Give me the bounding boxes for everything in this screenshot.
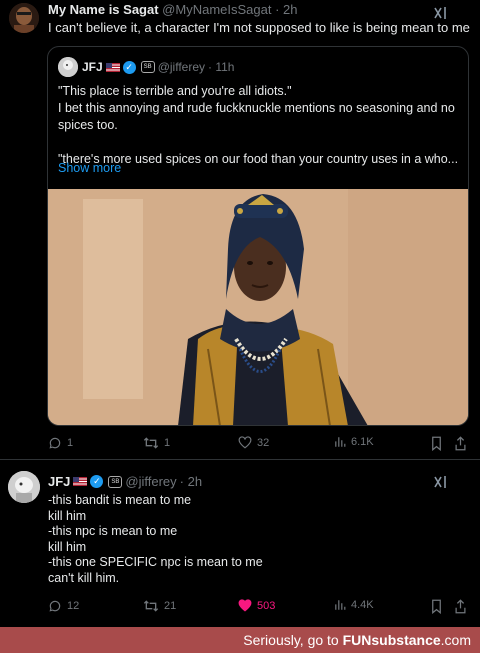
heart-icon <box>238 436 252 449</box>
reply-line: -this npc is mean to me <box>48 524 178 539</box>
views-icon <box>335 600 346 610</box>
quote-author-name[interactable]: JFJ <box>82 60 103 74</box>
bookmark-icon <box>432 599 441 614</box>
quote-time[interactable]: · 11h <box>208 60 234 74</box>
views-button[interactable]: 6.1K <box>334 436 374 448</box>
retweet-icon <box>143 437 159 449</box>
tweet-time[interactable]: · 2h <box>275 2 297 17</box>
reply-line: kill him <box>48 508 87 523</box>
reply-author-handle[interactable]: @jifferey <box>125 474 176 489</box>
quote-media-image[interactable] <box>48 189 468 425</box>
bookmark-button[interactable] <box>430 599 443 614</box>
quote-avatar[interactable] <box>58 57 78 77</box>
quote-author-handle[interactable]: @jifferey <box>158 60 205 74</box>
affiliate-badge: SB <box>108 475 123 488</box>
retweet-button[interactable]: 1 <box>143 436 170 450</box>
quote-text: "This place is terrible and you're all i… <box>58 83 462 168</box>
reply-button[interactable]: 1 <box>48 436 73 450</box>
reply-action-bar: 12 21 503 4.4K <box>48 599 468 619</box>
reply-count: 1 <box>67 437 74 449</box>
quote-line: I bet this annoying and rude fuckknuckle… <box>58 101 455 115</box>
views-count: 6.1K <box>351 436 374 448</box>
watermark-text: Seriously, go to FUNsubstance.com <box>243 632 471 648</box>
reply-line: kill him <box>48 539 87 554</box>
tweet-action-bar: 1 1 32 6.1K <box>48 436 468 456</box>
quote-header: JFJ ✓ SB @jifferey · 11h <box>82 60 234 74</box>
like-button[interactable]: 503 <box>238 599 275 612</box>
show-more-link[interactable]: Show more <box>58 161 121 175</box>
retweet-count: 21 <box>164 600 177 612</box>
reply-text: -this bandit is mean to me kill him -thi… <box>48 493 263 587</box>
watermark-brand: FUNsubstance <box>342 632 441 648</box>
tweet-divider <box>0 459 480 460</box>
us-flag-icon <box>105 62 120 72</box>
tweet-author-name[interactable]: My Name is Sagat <box>48 2 159 17</box>
screenshot-frame: My Name is Sagat @MyNameIsSagat · 2h I c… <box>0 0 480 653</box>
character-illustration <box>48 189 468 425</box>
reply-button[interactable]: 12 <box>48 599 79 613</box>
heart-filled-icon <box>238 599 252 612</box>
tweet-text: I can't believe it, a character I'm not … <box>48 20 470 35</box>
reply-line: -this one SPECIFIC npc is mean to me <box>48 555 263 570</box>
retweet-count: 1 <box>164 437 171 449</box>
quote-line-gap <box>58 134 462 151</box>
tweet-author-handle[interactable]: @MyNameIsSagat <box>162 2 271 17</box>
quote-line: spices too. <box>58 118 118 132</box>
share-button[interactable] <box>454 436 467 451</box>
like-count: 32 <box>257 436 270 449</box>
sagat-avatar[interactable] <box>9 3 39 33</box>
share-icon <box>455 436 466 451</box>
like-count: 503 <box>257 599 276 612</box>
views-count: 4.4K <box>351 599 374 611</box>
share-button[interactable] <box>454 599 467 614</box>
affiliate-badge: SB <box>140 61 155 73</box>
grok-icon[interactable] <box>433 474 449 490</box>
views-button[interactable]: 4.4K <box>334 599 374 611</box>
watermark-suffix: .com <box>440 632 471 648</box>
reply-count: 12 <box>67 600 80 612</box>
reply-icon <box>49 600 61 612</box>
retweet-button[interactable]: 21 <box>143 599 176 613</box>
watermark-footer: Seriously, go to FUNsubstance.com <box>0 627 480 653</box>
reply-line: can't kill him. <box>48 570 120 585</box>
reply-icon <box>49 437 61 449</box>
reply-header: JFJ ✓ SB @jifferey · 2h <box>48 474 202 489</box>
views-icon <box>335 437 346 447</box>
reply-time[interactable]: · 2h <box>180 474 202 489</box>
verified-badge-icon: ✓ <box>122 60 136 74</box>
grok-icon[interactable] <box>433 5 449 21</box>
reply-line: -this bandit is mean to me <box>48 493 192 507</box>
reply-author-name[interactable]: JFJ <box>48 474 70 489</box>
quote-line: "This place is terrible and you're all i… <box>58 84 292 98</box>
us-flag-icon <box>73 477 88 486</box>
reply-avatar[interactable] <box>8 471 40 503</box>
bookmark-button[interactable] <box>430 436 443 451</box>
verified-badge-icon: ✓ <box>90 475 104 488</box>
tweet-header: My Name is Sagat @MyNameIsSagat · 2h <box>48 2 298 17</box>
share-icon <box>455 599 466 614</box>
watermark-prefix: Seriously, go to <box>243 632 339 648</box>
quoted-tweet-card[interactable]: JFJ ✓ SB @jifferey · 11h "This place is … <box>47 46 469 426</box>
bookmark-icon <box>432 436 441 451</box>
retweet-icon <box>143 600 159 612</box>
like-button[interactable]: 32 <box>238 436 269 449</box>
